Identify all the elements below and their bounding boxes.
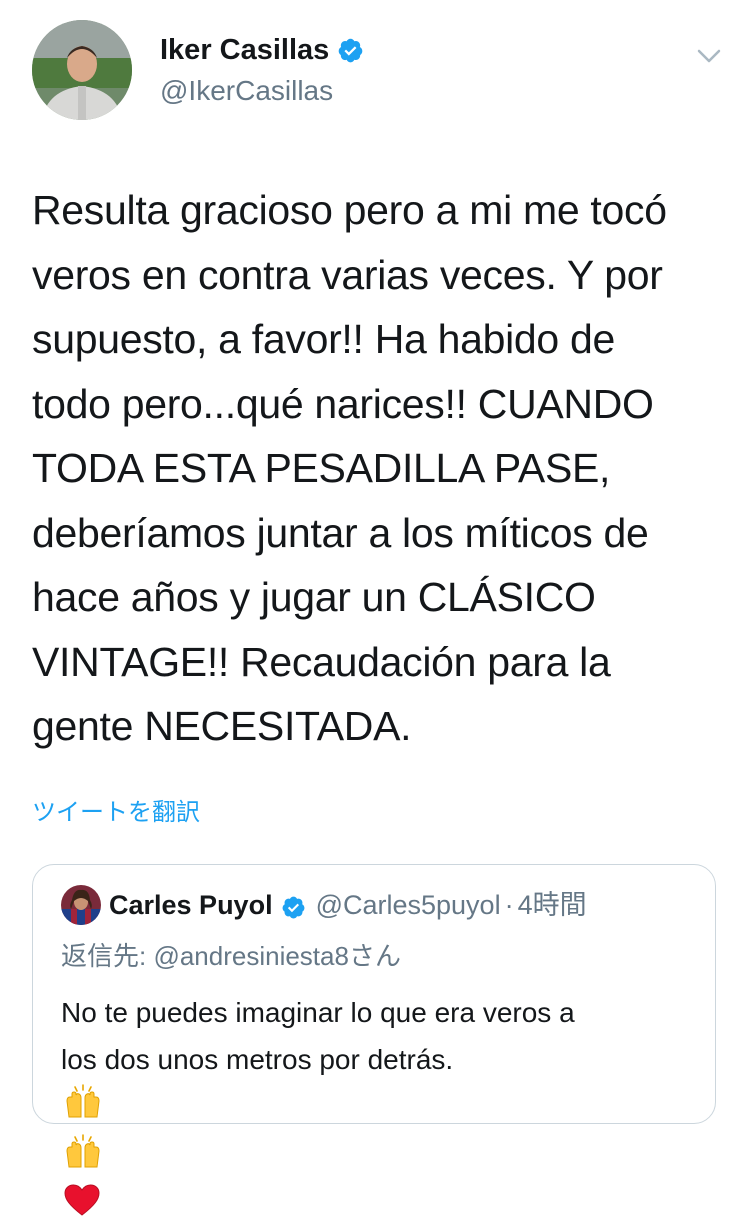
verified-badge-icon [337,37,364,64]
tweet-text-line: hace años y jugar un CLÁSICO [32,574,596,620]
tweet-text-line: VINTAGE!! Recaudación para la [32,638,611,685]
quoted-tweet-time: 4時間 [517,890,587,920]
tweet-text-line: veros en contra varias veces. Y por [32,251,663,298]
tweet-text-line: deberíamos juntar a los míticos de [32,509,649,556]
author-name-text: Iker Casillas [160,34,330,66]
author-display-name[interactable]: Iker Casillas [160,32,364,68]
tweet-text-line: supuesto, a favor!! Ha habido de [32,316,616,362]
reply-to-label: 返信先: @andresiniesta8さん [61,941,401,971]
quoted-author-name: Carles Puyol [109,890,273,920]
translate-tweet-link[interactable]: ツイートを翻訳 [32,798,200,828]
verified-badge-icon [281,893,306,918]
quoted-author-handle: @Carles5puyol [315,890,501,920]
quoted-tweet-header: Carles Puyol @Carles5puyol · 4時間 [109,887,587,923]
author-handle[interactable]: @IkerCasillas [160,74,333,108]
quoted-tweet-text: No te puedes imaginar lo que era veros a… [61,989,701,1231]
author-avatar[interactable] [32,20,132,120]
quoted-author-avatar [61,885,101,925]
raising-hands-emoji [63,1133,701,1183]
chevron-down-icon[interactable] [696,46,722,66]
tweet-text-line: todo pero...qué narices!! CUANDO [32,380,654,427]
quoted-tweet-card[interactable]: Carles Puyol @Carles5puyol · 4時間 返信先: @a… [32,864,716,1216]
separator-dot: · [504,890,514,920]
quoted-text-line-content: los dos unos metros por detrás. [61,1044,454,1075]
raising-hands-emoji [63,1083,701,1133]
tweet-text: Resulta gracioso pero a mi me tocó veros… [32,178,722,759]
quoted-text-line-2: los dos unos metros por detrás. [61,1036,701,1231]
tweet-text-line: Resulta gracioso pero a mi me tocó [32,187,667,233]
tweet-text-line: TODA ESTA PESADILLA PASE, [32,445,611,491]
red-heart-emoji [63,1183,701,1231]
tweet-text-line: gente NECESITADA. [32,703,412,749]
quoted-text-line: No te puedes imaginar lo que era veros a [61,997,575,1028]
